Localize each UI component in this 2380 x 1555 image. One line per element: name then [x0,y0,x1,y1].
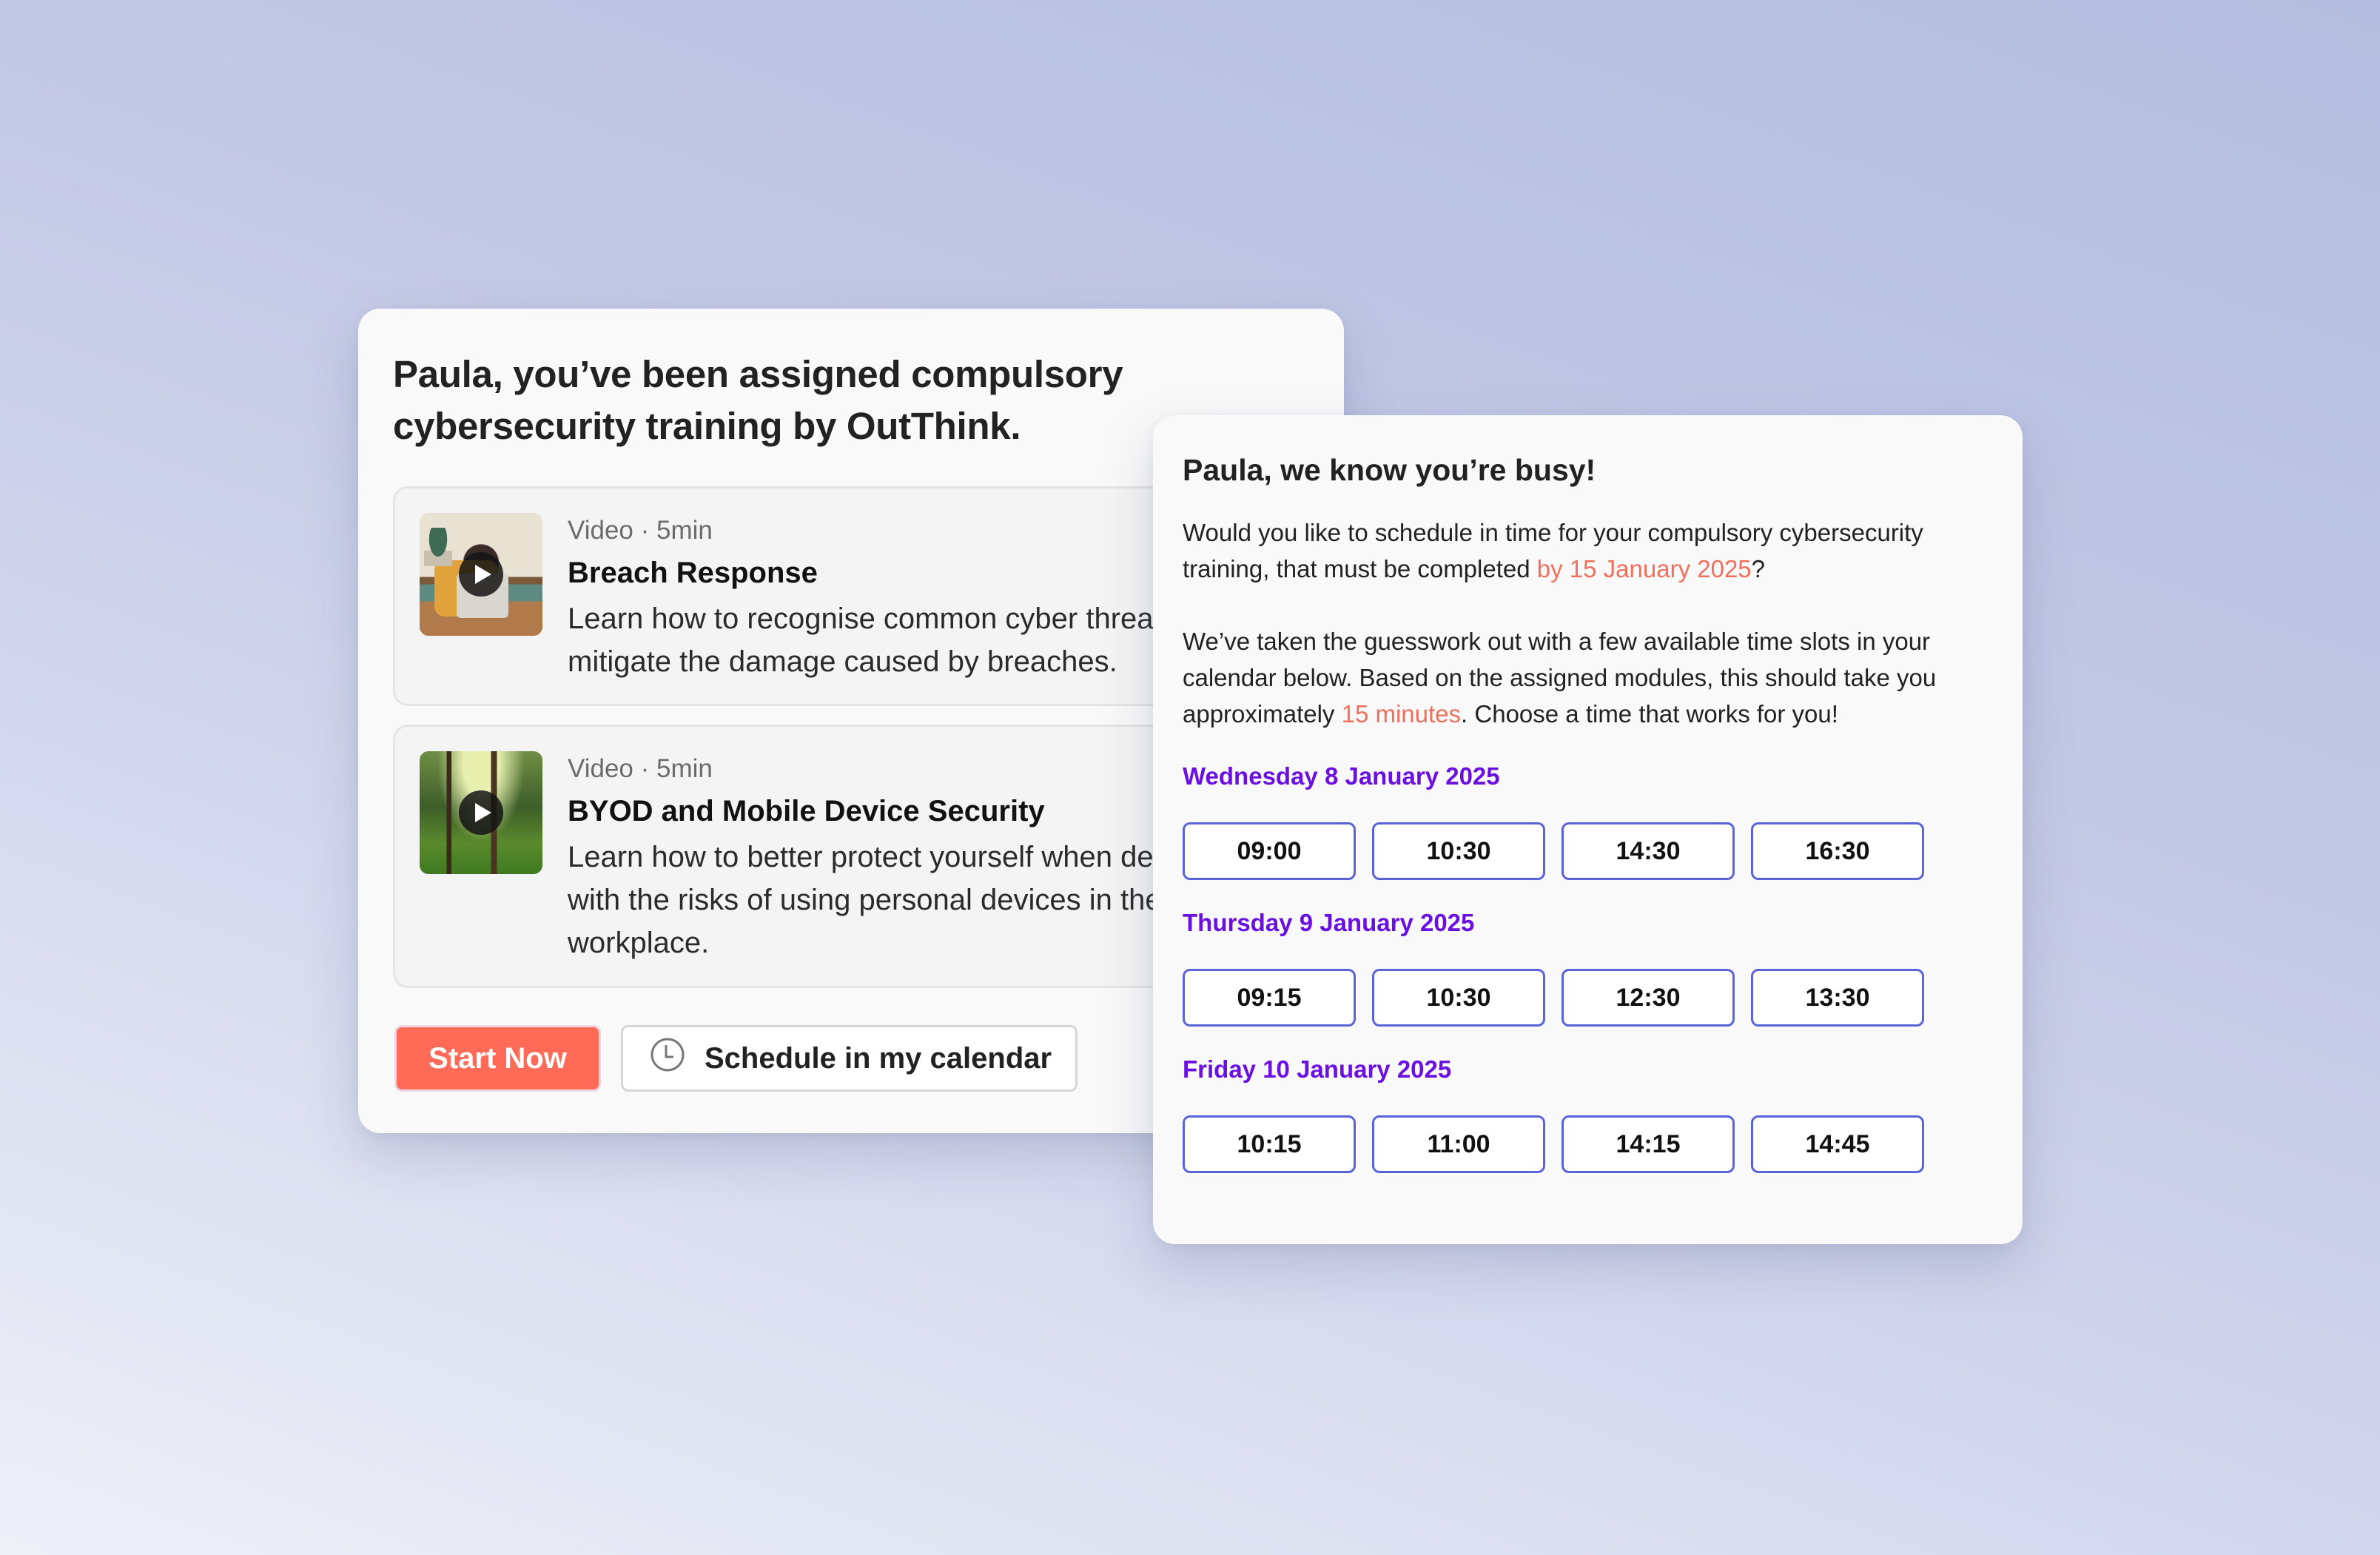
module-thumbnail[interactable] [420,513,542,636]
time-slot-button[interactable]: 14:15 [1562,1115,1735,1173]
time-slot-button[interactable]: 12:30 [1562,969,1735,1027]
time-slot-button[interactable]: 14:30 [1562,822,1735,880]
action-buttons: Start Now Schedule in my calendar [394,1025,1078,1092]
time-slot-button[interactable]: 10:30 [1372,822,1545,880]
time-slot-button[interactable]: 09:15 [1183,969,1356,1027]
time-slot-group: 09:15 10:30 12:30 13:30 [1183,969,1993,1027]
play-icon[interactable] [459,552,503,597]
time-slot-group: 10:15 11:00 14:15 14:45 [1183,1115,1993,1173]
day-heading: Thursday 9 January 2025 [1183,909,1475,936]
time-slot-button[interactable]: 16:30 [1751,822,1924,880]
text: . Choose a time that works for you! [1461,700,1838,728]
time-slot-button[interactable]: 09:00 [1183,822,1356,880]
duration-highlight: 15 minutes [1341,700,1462,728]
time-slot-button[interactable]: 11:00 [1372,1115,1545,1173]
text: ? [1751,555,1766,582]
duration-paragraph: We’ve taken the guesswork out with a few… [1183,623,1993,732]
day-heading: Wednesday 8 January 2025 [1183,762,1500,790]
module-thumbnail[interactable] [420,751,542,874]
clock-icon [650,1037,685,1080]
time-slot-button[interactable]: 14:45 [1751,1115,1924,1173]
time-slot-group: 09:00 10:30 14:30 16:30 [1183,822,1993,880]
schedule-title: Paula, we know you’re busy! [1183,453,1596,487]
time-slot-button[interactable]: 10:15 [1183,1115,1356,1173]
play-icon[interactable] [459,790,503,835]
schedule-card: Paula, we know you’re busy! Would you li… [1153,415,2023,1244]
deadline-highlight: by 15 January 2025 [1536,555,1752,582]
time-slot-button[interactable]: 10:30 [1372,969,1545,1027]
time-slot-button[interactable]: 13:30 [1751,969,1924,1027]
schedule-in-calendar-button[interactable]: Schedule in my calendar [621,1025,1078,1092]
day-heading: Friday 10 January 2025 [1183,1055,1452,1083]
deadline-paragraph: Would you like to schedule in time for y… [1183,514,1993,587]
start-now-button[interactable]: Start Now [394,1025,601,1092]
schedule-button-label: Schedule in my calendar [705,1041,1052,1075]
